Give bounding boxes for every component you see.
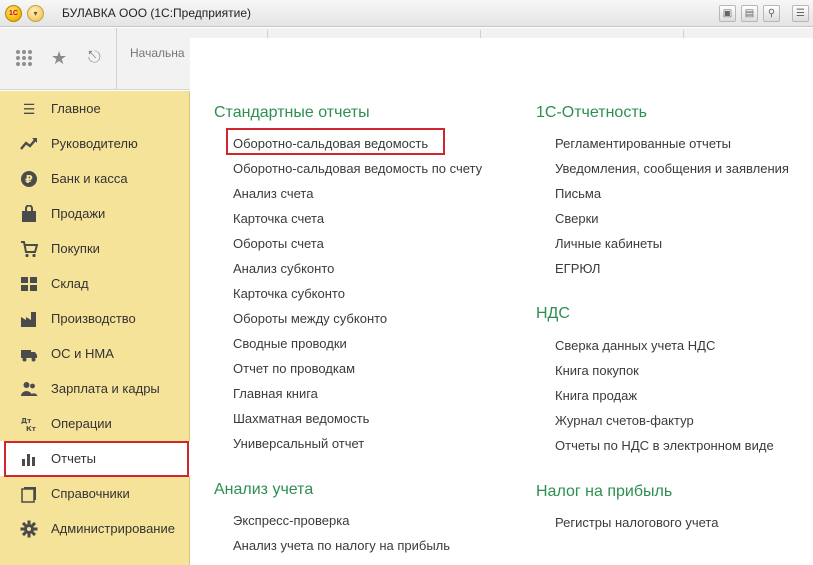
sidebar-item-label: Производство xyxy=(51,311,136,326)
svg-text:Кт: Кт xyxy=(26,425,37,433)
sidebar-item-purchases[interactable]: Покупки xyxy=(0,231,190,266)
history-icon[interactable]: ⎋ xyxy=(88,48,101,68)
section-title-profit-tax: Налог на прибыль xyxy=(536,483,673,500)
sidebar-item-label: Продажи xyxy=(51,206,106,221)
svg-text:₽: ₽ xyxy=(25,173,33,186)
sidebar-item-fixed-assets[interactable]: ОС и НМА xyxy=(0,336,190,371)
cart-icon xyxy=(20,240,38,258)
link-account-turnover[interactable]: Обороты счета xyxy=(233,236,324,251)
dt-kt-icon: Дт Кт xyxy=(20,415,38,433)
reports-highlight-frame xyxy=(4,441,189,477)
link-general-ledger[interactable]: Главная книга xyxy=(233,386,318,401)
link-account-analysis[interactable]: Анализ счета xyxy=(233,186,313,201)
link-entries-report[interactable]: Отчет по проводкам xyxy=(233,361,355,376)
link-purchase-book[interactable]: Книга покупок xyxy=(555,363,639,378)
link-profit-tax-analysis[interactable]: Анализ учета по налогу на прибыль xyxy=(233,538,450,553)
link-invoice-journal[interactable]: Журнал счетов-фактур xyxy=(555,413,694,428)
tab-home[interactable]: Начальна xyxy=(130,46,185,60)
section-title-vat: НДС xyxy=(536,305,570,322)
section-title-accounting-analysis: Анализ учета xyxy=(214,481,314,498)
warehouse-grid-icon xyxy=(20,275,38,293)
link-tax-registers[interactable]: Регистры налогового учета xyxy=(555,515,718,530)
link-reconciliations[interactable]: Сверки xyxy=(555,211,599,226)
link-regulated-reports[interactable]: Регламентированные отчеты xyxy=(555,136,731,151)
section-title-1c-reporting: 1С-Отчетность xyxy=(536,104,647,121)
print-icon[interactable]: ▤ xyxy=(741,5,758,22)
svg-text:Дт: Дт xyxy=(21,417,32,425)
factory-icon xyxy=(20,310,38,328)
link-turnover-between-subconto[interactable]: Обороты между субконто xyxy=(233,311,387,326)
link-personal-accounts[interactable]: Личные кабинеты xyxy=(555,236,662,251)
sections-sidebar: ☰ Главное Руководителю ₽ Банк и касса Пр… xyxy=(0,91,190,565)
app-logo-icon[interactable]: 1С xyxy=(5,5,22,22)
link-chess-sheet[interactable]: Шахматная ведомость xyxy=(233,411,369,426)
link-sales-book[interactable]: Книга продаж xyxy=(555,388,637,403)
sidebar-item-label: Администрирование xyxy=(51,521,175,536)
link-egrul[interactable]: ЕГРЮЛ xyxy=(555,261,600,276)
truck-icon xyxy=(20,345,38,363)
tab-strip xyxy=(190,28,813,38)
sidebar-item-directories[interactable]: Справочники xyxy=(0,476,190,511)
section-title-standard-reports: Стандартные отчеты xyxy=(214,104,370,121)
gear-icon xyxy=(20,520,38,538)
link-notifications[interactable]: Уведомления, сообщения и заявления xyxy=(555,161,789,176)
title-bar: 1С ▾ БУЛАВКА ООО (1С:Предприятие) ▣ ▤ ⚲ … xyxy=(0,0,813,27)
sidebar-item-warehouse[interactable]: Склад xyxy=(0,266,190,301)
sidebar-item-label: Руководителю xyxy=(51,136,138,151)
tab-divider xyxy=(683,30,684,38)
sidebar-item-administration[interactable]: Администрирование xyxy=(0,511,190,546)
shopping-bag-icon xyxy=(20,205,38,223)
main-menu-icon[interactable]: ▾ xyxy=(27,5,44,22)
link-account-card[interactable]: Карточка счета xyxy=(233,211,324,226)
sidebar-item-label: Банк и касса xyxy=(51,171,128,186)
tab-divider xyxy=(267,30,268,38)
save-icon[interactable]: ▣ xyxy=(719,5,736,22)
sidebar-item-production[interactable]: Производство xyxy=(0,301,190,336)
link-summary-entries[interactable]: Сводные проводки xyxy=(233,336,347,351)
menu-lines-icon: ☰ xyxy=(22,101,36,117)
window-title: БУЛАВКА ООО (1С:Предприятие) xyxy=(62,6,251,20)
link-letters[interactable]: Письма xyxy=(555,186,601,201)
ruble-coin-icon: ₽ xyxy=(20,170,38,188)
sidebar-item-label: Покупки xyxy=(51,241,100,256)
trend-icon xyxy=(20,135,38,153)
sidebar-item-operations[interactable]: Дт Кт Операции xyxy=(0,406,190,441)
toolbar-divider xyxy=(116,28,117,90)
preview-icon[interactable]: ⚲ xyxy=(763,5,780,22)
sidebar-item-bank[interactable]: ₽ Банк и касса xyxy=(0,161,190,196)
link-vat-reconciliation[interactable]: Сверка данных учета НДС xyxy=(555,338,715,353)
sidebar-item-main[interactable]: ☰ Главное xyxy=(0,91,190,126)
books-icon xyxy=(20,485,38,503)
sidebar-item-label: Главное xyxy=(51,101,101,116)
link-express-check[interactable]: Экспресс-проверка xyxy=(233,513,349,528)
sidebar-item-manager[interactable]: Руководителю xyxy=(0,126,190,161)
link-vat-electronic-reports[interactable]: Отчеты по НДС в электронном виде xyxy=(555,438,774,453)
favorites-star-icon[interactable]: ★ xyxy=(51,48,67,68)
link-subconto-card[interactable]: Карточка субконто xyxy=(233,286,345,301)
sidebar-item-label: Операции xyxy=(51,416,112,431)
sidebar-item-salary[interactable]: Зарплата и кадры xyxy=(0,371,190,406)
turnover-balance-highlight-frame xyxy=(226,128,445,155)
apps-grid-icon[interactable] xyxy=(14,48,34,68)
sidebar-item-label: Склад xyxy=(51,276,89,291)
sidebar-item-label: ОС и НМА xyxy=(51,346,114,361)
sidebar-item-label: Зарплата и кадры xyxy=(51,381,160,396)
settings-icon[interactable]: ☰ xyxy=(792,5,809,22)
link-universal-report[interactable]: Универсальный отчет xyxy=(233,436,364,451)
link-turnover-balance-by-account[interactable]: Оборотно-сальдовая ведомость по счету xyxy=(233,161,482,176)
people-icon xyxy=(20,380,38,398)
sidebar-item-sales[interactable]: Продажи xyxy=(0,196,190,231)
sidebar-item-label: Справочники xyxy=(51,486,130,501)
tab-divider xyxy=(480,30,481,38)
link-subconto-analysis[interactable]: Анализ субконто xyxy=(233,261,334,276)
